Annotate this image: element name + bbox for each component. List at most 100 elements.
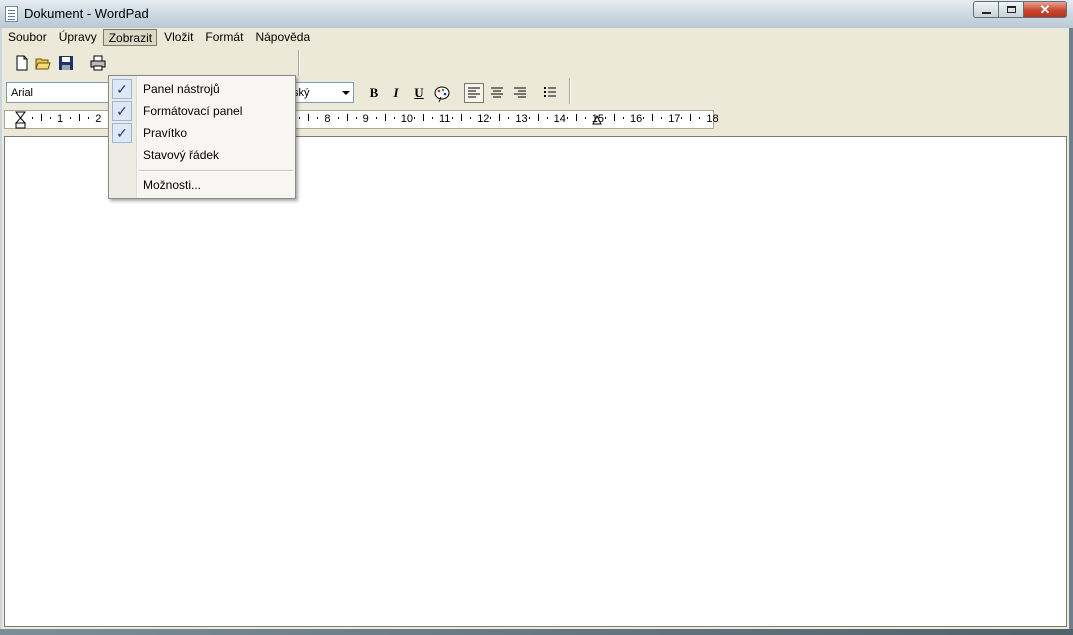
document-editor[interactable] <box>4 136 1067 627</box>
menu-item-label: Stavový řádek <box>143 148 220 162</box>
menu-item-toolbar[interactable]: ✓ Panel nástrojů <box>109 78 295 100</box>
ruler-tick <box>490 117 492 119</box>
bold-button[interactable]: B <box>364 83 384 103</box>
ruler-number: 12 <box>477 113 490 125</box>
new-document-icon[interactable] <box>14 55 30 71</box>
align-right-button[interactable] <box>510 83 530 103</box>
font-name-value: Arial <box>11 87 34 99</box>
print-icon[interactable] <box>90 55 106 71</box>
ruler-number: 17 <box>668 113 681 125</box>
ruler-tick <box>317 117 319 119</box>
ruler-tick <box>575 114 577 121</box>
close-button[interactable]: ✕ <box>1024 1 1067 18</box>
ruler-tick <box>623 117 624 119</box>
ruler-number: 14 <box>553 113 566 125</box>
checkmark-icon: ✓ <box>112 79 132 99</box>
align-left-button[interactable] <box>464 83 484 103</box>
ruler-tick <box>690 114 692 121</box>
ruler-tick <box>681 117 683 119</box>
ruler-number: 18 <box>706 113 719 125</box>
menu-item-label: Možnosti... <box>143 178 202 192</box>
menu-item-options[interactable]: Možnosti... <box>109 174 295 196</box>
bullets-button[interactable] <box>540 83 560 103</box>
ruler-tick <box>41 114 42 121</box>
ruler-tick <box>355 117 357 119</box>
close-icon: ✕ <box>1039 1 1051 17</box>
menu-edit[interactable]: Úpravy <box>53 28 102 45</box>
ruler-number: 1 <box>57 113 64 125</box>
menu-separator <box>139 170 293 171</box>
window-bottom-edge <box>0 629 1073 635</box>
align-center-button[interactable] <box>487 83 507 103</box>
formatbar-end <box>569 78 570 104</box>
ruler-tick <box>661 117 663 119</box>
ruler-tick <box>643 117 645 119</box>
ruler-tick <box>50 117 51 119</box>
ruler-tick <box>423 114 424 121</box>
menu-insert[interactable]: Vložit <box>158 28 198 45</box>
font-name-combo[interactable]: Arial <box>6 82 110 103</box>
ruler-tick <box>393 117 395 119</box>
ruler-tick <box>88 117 90 119</box>
menu-help[interactable]: Nápověda <box>249 28 315 45</box>
menu-format[interactable]: Formát <box>199 28 248 45</box>
menu-item-label: Panel nástrojů <box>143 82 220 96</box>
ruler-tick <box>70 117 72 119</box>
ruler-tick <box>384 114 386 121</box>
color-palette-icon[interactable] <box>433 85 451 103</box>
ruler-tick <box>461 114 463 121</box>
checkmark-icon: ✓ <box>112 101 132 121</box>
ruler-number: 2 <box>95 113 102 125</box>
save-icon[interactable] <box>58 55 74 71</box>
ruler-tick <box>452 117 454 119</box>
ruler-tick <box>432 117 433 119</box>
ruler-tick <box>346 114 348 121</box>
ruler-tick <box>528 117 530 119</box>
ruler-number: 10 <box>400 113 414 125</box>
ruler-number: 8 <box>324 113 331 125</box>
ruler-tick <box>652 114 654 121</box>
chevron-down-icon[interactable] <box>342 91 350 95</box>
underline-button[interactable]: U <box>409 83 429 103</box>
title-bar[interactable]: Dokument - WordPad ✕ <box>0 0 1073 28</box>
standard-toolbar <box>2 50 302 76</box>
client-area: Soubor Úpravy Zobrazit Vložit Formát Náp… <box>2 28 1069 629</box>
ruler-number: 11 <box>439 113 451 125</box>
ruler-tick <box>508 117 510 119</box>
menu-item-status-bar[interactable]: Stavový řádek <box>109 144 295 166</box>
ruler-tick <box>79 114 81 121</box>
ruler-tick <box>308 114 310 121</box>
ruler-tick <box>470 117 472 119</box>
ruler-tick <box>546 117 548 119</box>
menu-item-format-bar[interactable]: ✓ Formátovací panel <box>109 100 295 122</box>
view-menu-dropdown: ✓ Panel nástrojů ✓ Formátovací panel ✓ P… <box>108 75 296 199</box>
menu-file[interactable]: Soubor <box>2 28 52 45</box>
ruler-tick <box>614 114 615 121</box>
ruler-tick <box>32 117 33 119</box>
ruler-tick <box>414 117 415 119</box>
wordpad-window: Dokument - WordPad ✕ Soubor Úpravy Zobra… <box>0 0 1073 635</box>
ruler-number: 9 <box>362 113 369 125</box>
menu-item-label: Formátovací panel <box>143 104 243 118</box>
ruler-tick <box>537 114 539 121</box>
menu-view[interactable]: Zobrazit <box>102 29 158 46</box>
window-title: Dokument - WordPad <box>24 6 149 21</box>
caption-buttons: ✕ <box>973 1 1067 19</box>
checkmark-icon: ✓ <box>112 123 132 143</box>
menu-bar: Soubor Úpravy Zobrazit Vložit Formát Náp… <box>2 28 1069 47</box>
align-center-icon <box>491 87 503 98</box>
minimize-button[interactable] <box>973 1 999 18</box>
indent-marker-icon[interactable] <box>15 111 27 129</box>
bullet-list-icon <box>544 87 556 97</box>
align-left-icon <box>468 87 480 98</box>
ruler-tick <box>499 114 501 121</box>
italic-button[interactable]: I <box>386 83 406 103</box>
minimize-icon <box>981 11 991 14</box>
ruler-number: 13 <box>515 113 528 125</box>
menu-item-ruler[interactable]: ✓ Pravítko <box>109 122 295 144</box>
menu-item-label: Pravítko <box>143 126 188 140</box>
ruler-tick <box>566 117 568 119</box>
open-folder-icon[interactable] <box>35 55 51 71</box>
maximize-button[interactable] <box>999 1 1024 18</box>
wordpad-app-icon[interactable] <box>5 6 18 22</box>
